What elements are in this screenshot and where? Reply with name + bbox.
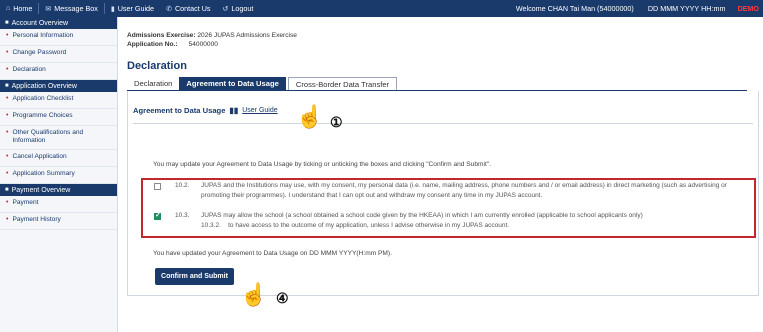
- section-title: Agreement to Data Usage: [133, 106, 226, 115]
- bullet-icon: •: [6, 216, 9, 223]
- book-icon: ▮: [110, 5, 115, 13]
- bullet-icon: •: [6, 32, 9, 39]
- bullet-icon: •: [6, 49, 9, 56]
- sidebar-item-application-summary[interactable]: • Application Summary: [0, 167, 117, 184]
- demo-badge: DEMO: [737, 4, 759, 13]
- sidebar-header-application[interactable]: ■ Application Overview: [0, 80, 117, 92]
- home-icon: ⌂: [6, 5, 11, 12]
- sidebar-item-personal-information[interactable]: • Personal Information: [0, 29, 117, 46]
- logout-icon: ↺: [222, 5, 229, 13]
- section-header: Agreement to Data Usage ▮▮ User Guide: [133, 106, 278, 115]
- checkbox-10-3[interactable]: [154, 211, 161, 221]
- datetime-text: DD MMM YYYY HH:mm: [647, 4, 726, 13]
- pointer-hand-icon: ☝: [296, 104, 324, 129]
- sub-item-text: to have access to the outcome of my appl…: [228, 222, 510, 229]
- user-guide-link[interactable]: ▮ User Guide: [105, 4, 160, 13]
- sidebar-item-programme-choices[interactable]: • Programme Choices: [0, 109, 117, 126]
- sidebar-item-payment-history[interactable]: • Payment History: [0, 213, 117, 230]
- checkbox-10-2[interactable]: [154, 183, 161, 190]
- welcome-text: Welcome CHAN Tai Man (54000000): [515, 4, 634, 13]
- top-bar-right: Welcome CHAN Tai Man (54000000) DD MMM Y…: [508, 4, 763, 13]
- agreement-item-10-2: 10.2. JUPAS and the Institutions may use…: [148, 181, 748, 201]
- contact-us-link[interactable]: ✆ Contact Us: [160, 4, 216, 13]
- tab-cross-border-data-transfer[interactable]: Cross-Border Data Transfer: [287, 77, 398, 90]
- collapse-icon: ■: [5, 20, 9, 26]
- tab-agreement-to-data-usage[interactable]: Agreement to Data Usage: [179, 77, 286, 90]
- item-text: JUPAS and the Institutions may use, with…: [201, 182, 727, 199]
- exercise-info: Admissions Exercise: 2026 JUPAS Admissio…: [127, 32, 297, 48]
- home-link[interactable]: ⌂ Home: [0, 4, 38, 13]
- sidebar-item-other-qualifications[interactable]: • Other Qualifications and Information: [0, 126, 117, 150]
- item-number: 10.3.: [175, 212, 190, 219]
- agreement-item-10-3: 10.3. JUPAS may allow the school (a scho…: [148, 211, 748, 231]
- tab-declaration[interactable]: Declaration: [127, 77, 179, 90]
- confirm-and-submit-button[interactable]: Confirm and Submit: [155, 268, 234, 285]
- exercise-value: 2026 JUPAS Admissions Exercise: [197, 32, 297, 39]
- chat-icon: ✆: [166, 5, 172, 13]
- sidebar-item-application-checklist[interactable]: • Application Checklist: [0, 92, 117, 109]
- instruction-text: You may update your Agreement to Data Us…: [153, 161, 491, 168]
- bullet-icon: •: [6, 153, 9, 160]
- sidebar-header-payment[interactable]: ■ Payment Overview: [0, 184, 117, 196]
- callout-number-1: ①: [330, 114, 343, 130]
- bullet-icon: •: [6, 112, 9, 119]
- pointer-hand-icon: ☝: [240, 282, 268, 307]
- sidebar-item-cancel-application[interactable]: • Cancel Application: [0, 150, 117, 167]
- mail-icon: ✉: [45, 5, 52, 13]
- last-updated-text: You have updated your Agreement to Data …: [153, 250, 392, 257]
- sidebar: ■ Account Overview • Personal Information …: [0, 17, 118, 332]
- sidebar-item-change-password[interactable]: • Change Password: [0, 46, 117, 63]
- application-number: 54000000: [188, 41, 218, 48]
- tab-bar: Declaration Agreement to Data Usage Cros…: [127, 77, 747, 91]
- user-guide-section-link[interactable]: User Guide: [242, 107, 277, 114]
- item-text: JUPAS may allow the school (a school obt…: [201, 212, 643, 219]
- bullet-icon: •: [6, 199, 9, 206]
- collapse-icon: ■: [5, 83, 9, 89]
- bullet-icon: •: [6, 95, 9, 102]
- collapse-icon: ■: [5, 187, 9, 193]
- sub-item-number: 10.3.2.: [201, 222, 221, 229]
- callout-number-4: ④: [276, 290, 289, 306]
- page-title: Declaration: [127, 60, 187, 72]
- top-bar: ⌂ Home ✉ Message Box ▮ User Guide ✆ Contact …: [0, 0, 763, 17]
- section-divider: [133, 123, 753, 124]
- logout-link[interactable]: ↺ Logout: [217, 4, 260, 13]
- message-box-link[interactable]: ✉ Message Box: [39, 4, 103, 13]
- item-number: 10.2.: [175, 182, 190, 189]
- bullet-icon: •: [6, 66, 9, 73]
- bullet-icon: •: [6, 129, 9, 136]
- sidebar-item-declaration[interactable]: • Declaration: [0, 63, 117, 80]
- bullet-icon: •: [6, 170, 9, 177]
- book-icon: ▮▮: [229, 106, 239, 115]
- sidebar-item-payment[interactable]: • Payment: [0, 196, 117, 213]
- sidebar-header-account[interactable]: ■ Account Overview: [0, 17, 117, 29]
